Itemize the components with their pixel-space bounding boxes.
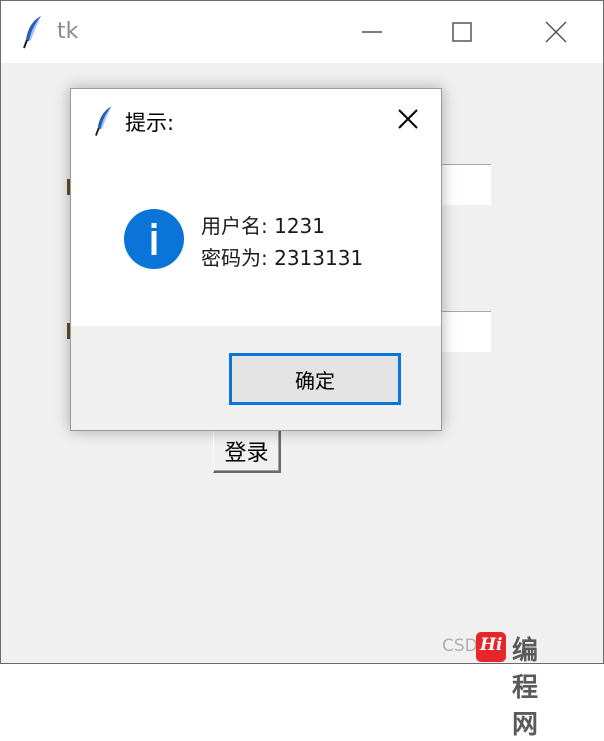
dialog-title: 提示: <box>125 111 175 135</box>
close-button[interactable] <box>541 17 571 47</box>
feather-icon <box>23 15 45 49</box>
info-icon <box>123 208 185 270</box>
window-titlebar[interactable]: tk <box>1 1 603 63</box>
message-line-username: 用户名: 1231 <box>201 214 325 238</box>
message-line-password: 密码为: 2313131 <box>201 246 364 270</box>
watermark-prefix: CSD <box>442 636 478 656</box>
maximize-button[interactable] <box>447 17 477 47</box>
window-title: tk <box>57 19 79 44</box>
username-input[interactable] <box>439 164 491 205</box>
ok-button[interactable]: 确定 <box>229 353 401 405</box>
login-button[interactable]: 登录 <box>213 429 281 473</box>
password-input[interactable] <box>439 311 491 352</box>
feather-icon <box>95 105 115 137</box>
minimize-button[interactable] <box>357 17 387 47</box>
dialog-titlebar[interactable]: 提示: <box>71 89 441 151</box>
dialog-message: 用户名: 1231 密码为: 2313131 <box>201 210 363 274</box>
info-dialog: 提示: 用户名: 1231 密码为: 2313131 确定 <box>70 88 442 431</box>
watermark-logo: Hi <box>476 632 506 662</box>
watermark-text: 编程网 <box>512 636 540 740</box>
dialog-close-button[interactable] <box>393 104 423 134</box>
watermark-logo-text: Hi <box>480 635 503 655</box>
